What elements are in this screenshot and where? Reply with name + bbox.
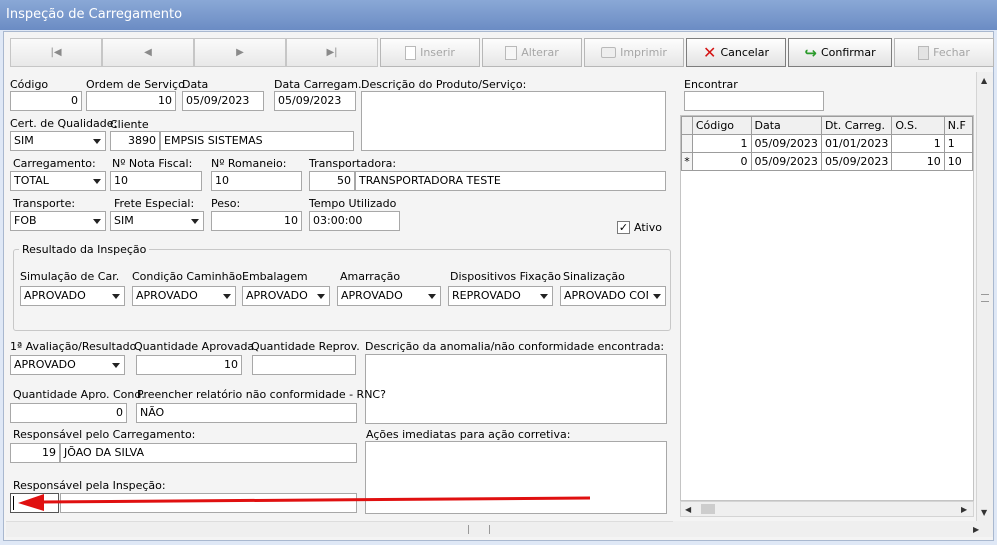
- cell-codigo[interactable]: 0: [691, 152, 752, 171]
- confirm-arrow-icon: ↪: [804, 43, 817, 62]
- scroll-down-icon[interactable]: ▼: [981, 508, 987, 517]
- main-panel: |◀ ◀ ▶ ▶| Inserir Alterar Imprimir ✕ Can…: [3, 31, 994, 541]
- inspection-window: Inspeção de Carregamento |◀ ◀ ▶ ▶| Inser…: [0, 0, 997, 545]
- encontrar-input[interactable]: [684, 91, 824, 111]
- door-icon: [918, 45, 930, 60]
- cell-nf[interactable]: 10: [943, 152, 973, 171]
- grid-header-codigo[interactable]: Código: [691, 116, 752, 135]
- grip-icon: [981, 294, 989, 302]
- row-indicator: [681, 134, 693, 153]
- cell-dt-carreg[interactable]: 05/09/2023: [820, 152, 893, 171]
- cell-codigo[interactable]: 1: [691, 134, 752, 153]
- cell-data[interactable]: 05/09/2023: [750, 134, 822, 153]
- records-grid: Código Data Dt. Carreg. O.S. N.F 1 05/09…: [680, 115, 974, 501]
- grid-header-dt-carreg[interactable]: Dt. Carreg.: [820, 116, 893, 135]
- window-title: Inspeção de Carregamento: [0, 0, 997, 30]
- cancelar-button[interactable]: ✕ Cancelar: [686, 38, 786, 67]
- scroll-thumb[interactable]: [701, 504, 715, 514]
- table-row[interactable]: 1 05/09/2023 01/01/2023 1 1: [681, 134, 973, 153]
- grid-header-os[interactable]: O.S.: [891, 116, 945, 135]
- grid-horizontal-scrollbar[interactable]: ◀ ▶: [680, 501, 974, 517]
- encontrar-label: Encontrar: [684, 78, 738, 91]
- fechar-button[interactable]: Fechar: [894, 38, 994, 67]
- row-indicator: *: [681, 152, 693, 171]
- grid-indicator-header: [681, 116, 693, 135]
- cell-os[interactable]: 1: [891, 134, 945, 153]
- scroll-right-icon[interactable]: ▶: [961, 505, 967, 514]
- scroll-left-icon[interactable]: ◀: [685, 505, 691, 514]
- grip-icon: [468, 525, 490, 534]
- cell-os[interactable]: 10: [891, 152, 945, 171]
- cell-nf[interactable]: 1: [943, 134, 973, 153]
- cell-data[interactable]: 05/09/2023: [750, 152, 822, 171]
- scroll-up-icon[interactable]: ▲: [981, 76, 987, 85]
- table-row[interactable]: * 0 05/09/2023 05/09/2023 10 10: [681, 152, 973, 171]
- cancel-x-icon: ✕: [703, 42, 717, 62]
- scroll-right-icon[interactable]: ▶: [973, 525, 979, 534]
- grid-header-data[interactable]: Data: [750, 116, 822, 135]
- red-arrow-annotation: [18, 494, 591, 511]
- confirmar-button[interactable]: ↪ Confirmar: [788, 38, 892, 67]
- vertical-scrollbar[interactable]: ▲ ▼: [976, 72, 993, 521]
- cell-dt-carreg[interactable]: 01/01/2023: [820, 134, 893, 153]
- form-horizontal-scrollbar[interactable]: [6, 521, 673, 537]
- bottom-scroll-track[interactable]: ▶: [673, 521, 993, 537]
- grid-header-nf[interactable]: N.F: [943, 116, 973, 135]
